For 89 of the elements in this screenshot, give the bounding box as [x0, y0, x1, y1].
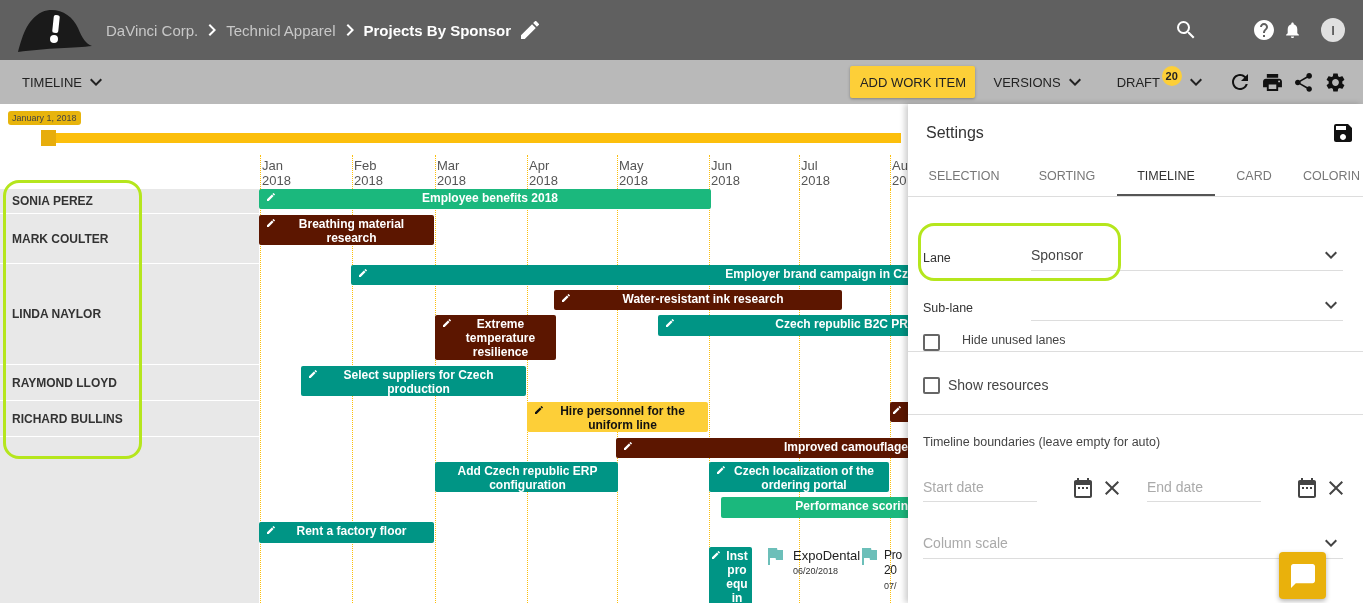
field-label: Sub-lane [923, 300, 975, 315]
work-item-bar[interactable]: Water-resistant ink research [554, 290, 842, 310]
month-label: Mar 2018 [437, 158, 466, 188]
pencil-icon[interactable] [535, 406, 543, 414]
lane-label: RICHARD BULLINS [12, 411, 123, 426]
pencil-icon[interactable] [521, 21, 540, 39]
user-avatar[interactable]: I [1321, 18, 1345, 42]
checkbox-label: Hide unused lanes [962, 332, 1066, 347]
work-item-bar[interactable]: Improved camouflage [616, 438, 908, 458]
milestone-date: 06/20/2018 [793, 566, 840, 576]
chat-icon [1290, 563, 1315, 588]
breadcrumb-link[interactable]: Projects By Sponsor [363, 21, 512, 39]
chevron-down-icon [1325, 300, 1337, 309]
save-icon[interactable] [1334, 124, 1352, 142]
month-label: Feb 2018 [354, 158, 383, 188]
work-item-bar[interactable]: Rent a factory floor [259, 522, 434, 543]
view-dropdown[interactable]: TIMELINE [22, 74, 102, 90]
section-heading: Timeline boundaries (leave empty for auto) [923, 435, 1162, 449]
calendar-icon[interactable] [1073, 477, 1092, 498]
hat-logo[interactable] [16, 8, 92, 52]
work-item-bar[interactable]: Select suppliers for Czech production [301, 366, 526, 396]
month-label: Jan 2018 [262, 158, 291, 188]
work-item-bar[interactable]: Breathing material research [259, 215, 434, 245]
work-item-bar[interactable]: Employer brand campaign in Cz [351, 265, 908, 285]
refresh-icon[interactable] [1232, 74, 1248, 90]
share-icon[interactable] [1295, 72, 1312, 92]
pencil-icon[interactable] [267, 219, 275, 227]
clear-icon[interactable] [1105, 480, 1120, 495]
settings-tab[interactable]: SELECTION [911, 158, 1017, 196]
milestone-title: ExpoDental [793, 548, 862, 563]
breadcrumb-link[interactable]: DaVinci Corp. [106, 21, 199, 39]
pencil-icon[interactable] [562, 294, 570, 302]
lane-label: RAYMOND LLOYD [12, 375, 117, 390]
work-item-bar[interactable]: Inst pro equ in [709, 547, 752, 603]
pencil-icon[interactable] [443, 319, 451, 327]
date-tooltip: January 1, 2018 [8, 111, 81, 125]
settings-tab[interactable]: TIMELINE [1117, 158, 1215, 196]
work-item-bar[interactable]: Extreme temperature resilience [435, 315, 556, 360]
draft-dropdown[interactable]: DRAFT [1116, 74, 1160, 90]
search-icon[interactable] [1177, 21, 1195, 39]
clear-icon[interactable] [1328, 480, 1343, 495]
settings-tab[interactable]: COLORIN [1293, 158, 1359, 196]
lane-label: MARK COULTER [12, 231, 109, 246]
milestone-date: 07/ [884, 581, 898, 591]
chevron-down-icon [1325, 538, 1337, 547]
month-label: Apr 2018 [529, 158, 558, 188]
milestone-title: Pro 20 [884, 548, 903, 578]
calendar-icon[interactable] [1297, 477, 1316, 498]
pencil-icon[interactable] [893, 406, 901, 414]
lane-label: LINDA NAYLOR [12, 307, 102, 321]
select-field[interactable]: Sponsor [1031, 239, 1343, 271]
month-label: Au 20 [892, 158, 908, 188]
settings-tab[interactable]: SORTING [1017, 158, 1117, 196]
lane-label: SONIA PEREZ [12, 194, 93, 208]
chevron-right-icon [345, 24, 354, 36]
help-icon[interactable] [1254, 20, 1274, 40]
month-label: May 2018 [619, 158, 648, 188]
settings-tab[interactable]: CARD [1215, 158, 1293, 196]
work-item-bar[interactable]: Employee benefits 2018 [259, 189, 711, 209]
range-slider-track[interactable] [56, 133, 901, 143]
draft-count-badge: 20 [1161, 65, 1182, 86]
settings-icon[interactable] [1326, 72, 1345, 92]
work-item-bar[interactable] [890, 402, 908, 422]
chevron-down-icon [89, 78, 102, 86]
work-item-bar[interactable]: Czech localization of the ordering portal [709, 462, 889, 492]
checkbox-label: Show resources [948, 377, 1049, 393]
month-label: Jun 2018 [711, 158, 740, 188]
chevron-down-icon [1068, 78, 1081, 86]
slider-thumb[interactable] [41, 130, 56, 146]
work-item-bar[interactable]: Czech republic B2C PR [658, 315, 908, 336]
versions-dropdown[interactable]: VERSIONS [993, 74, 1081, 90]
pencil-icon[interactable] [624, 442, 632, 450]
bell-icon[interactable] [1286, 22, 1299, 38]
work-item-bar[interactable]: Performance scorin [721, 497, 908, 518]
chevron-right-icon [208, 24, 217, 36]
panel-title: Settings [926, 124, 984, 142]
work-item-bar[interactable]: Hire personnel for the uniform line [527, 402, 708, 432]
month-label: Jul 2018 [801, 158, 830, 188]
field-label: Lane [923, 250, 952, 265]
date-field[interactable]: End date [1146, 473, 1261, 502]
checkbox[interactable] [923, 376, 940, 394]
chevron-down-icon [1325, 250, 1337, 259]
checkbox[interactable] [923, 334, 940, 351]
work-item-bar[interactable]: Add Czech republic ERP configuration [435, 462, 618, 492]
breadcrumb-link[interactable]: Technicl Apparel [226, 21, 336, 39]
chevron-down-icon[interactable] [1190, 78, 1202, 86]
date-field[interactable]: Start date [923, 473, 1037, 502]
add-work-item-button[interactable]: ADD WORK ITEM [850, 66, 976, 98]
print-icon[interactable] [1263, 73, 1282, 91]
